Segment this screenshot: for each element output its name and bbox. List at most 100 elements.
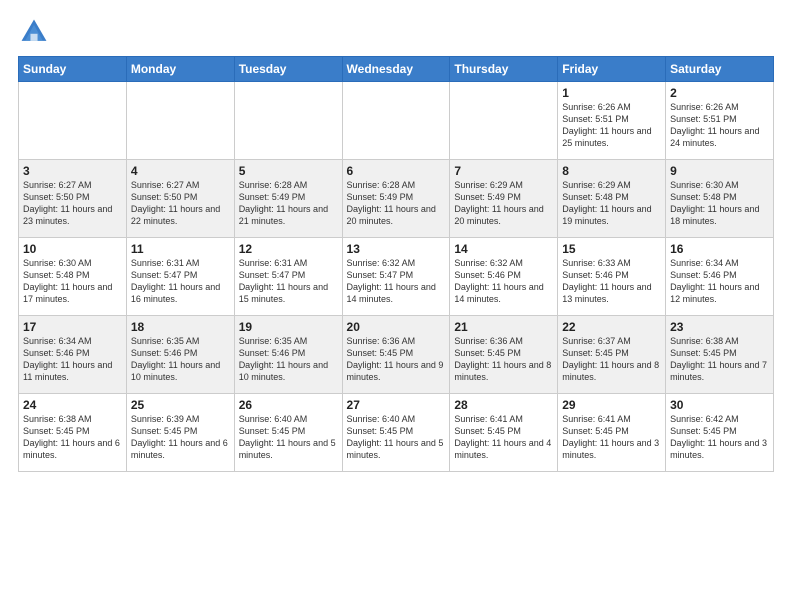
weekday-header-monday: Monday bbox=[126, 57, 234, 82]
calendar-cell: 4Sunrise: 6:27 AM Sunset: 5:50 PM Daylig… bbox=[126, 160, 234, 238]
day-info: Sunrise: 6:41 AM Sunset: 5:45 PM Dayligh… bbox=[454, 413, 553, 462]
day-number: 30 bbox=[670, 398, 769, 412]
day-number: 7 bbox=[454, 164, 553, 178]
day-number: 21 bbox=[454, 320, 553, 334]
calendar-cell: 2Sunrise: 6:26 AM Sunset: 5:51 PM Daylig… bbox=[666, 82, 774, 160]
calendar-cell: 16Sunrise: 6:34 AM Sunset: 5:46 PM Dayli… bbox=[666, 238, 774, 316]
calendar-cell bbox=[19, 82, 127, 160]
day-number: 20 bbox=[347, 320, 446, 334]
day-info: Sunrise: 6:31 AM Sunset: 5:47 PM Dayligh… bbox=[239, 257, 338, 306]
day-number: 23 bbox=[670, 320, 769, 334]
calendar-cell bbox=[342, 82, 450, 160]
header-row bbox=[18, 16, 774, 48]
day-info: Sunrise: 6:27 AM Sunset: 5:50 PM Dayligh… bbox=[131, 179, 230, 228]
day-info: Sunrise: 6:30 AM Sunset: 5:48 PM Dayligh… bbox=[23, 257, 122, 306]
day-info: Sunrise: 6:39 AM Sunset: 5:45 PM Dayligh… bbox=[131, 413, 230, 462]
day-number: 17 bbox=[23, 320, 122, 334]
calendar-cell: 14Sunrise: 6:32 AM Sunset: 5:46 PM Dayli… bbox=[450, 238, 558, 316]
calendar-cell: 25Sunrise: 6:39 AM Sunset: 5:45 PM Dayli… bbox=[126, 394, 234, 472]
day-info: Sunrise: 6:40 AM Sunset: 5:45 PM Dayligh… bbox=[239, 413, 338, 462]
calendar: SundayMondayTuesdayWednesdayThursdayFrid… bbox=[18, 56, 774, 472]
calendar-cell: 13Sunrise: 6:32 AM Sunset: 5:47 PM Dayli… bbox=[342, 238, 450, 316]
calendar-cell: 23Sunrise: 6:38 AM Sunset: 5:45 PM Dayli… bbox=[666, 316, 774, 394]
weekday-header-thursday: Thursday bbox=[450, 57, 558, 82]
calendar-cell: 12Sunrise: 6:31 AM Sunset: 5:47 PM Dayli… bbox=[234, 238, 342, 316]
calendar-cell: 15Sunrise: 6:33 AM Sunset: 5:46 PM Dayli… bbox=[558, 238, 666, 316]
calendar-cell: 19Sunrise: 6:35 AM Sunset: 5:46 PM Dayli… bbox=[234, 316, 342, 394]
calendar-cell: 6Sunrise: 6:28 AM Sunset: 5:49 PM Daylig… bbox=[342, 160, 450, 238]
calendar-cell: 29Sunrise: 6:41 AM Sunset: 5:45 PM Dayli… bbox=[558, 394, 666, 472]
calendar-body: 1 Sunrise: 6:26 AM Sunset: 5:51 PM Daylig… bbox=[19, 82, 774, 472]
calendar-cell: 5Sunrise: 6:28 AM Sunset: 5:49 PM Daylig… bbox=[234, 160, 342, 238]
day-number: 29 bbox=[562, 398, 661, 412]
day-number: 28 bbox=[454, 398, 553, 412]
calendar-cell: 24Sunrise: 6:38 AM Sunset: 5:45 PM Dayli… bbox=[19, 394, 127, 472]
calendar-cell: 1Sunrise: 6:26 AM Sunset: 5:51 PM Daylig… bbox=[558, 82, 666, 160]
calendar-week-3: 10Sunrise: 6:30 AM Sunset: 5:48 PM Dayli… bbox=[19, 238, 774, 316]
day-info: Sunrise: 6:28 AM Sunset: 5:49 PM Dayligh… bbox=[239, 179, 338, 228]
day-info: Sunrise: 6:32 AM Sunset: 5:47 PM Dayligh… bbox=[347, 257, 446, 306]
day-info: Sunrise: 6:29 AM Sunset: 5:48 PM Dayligh… bbox=[562, 179, 661, 228]
calendar-cell: 9Sunrise: 6:30 AM Sunset: 5:48 PM Daylig… bbox=[666, 160, 774, 238]
day-info: Sunrise: 6:35 AM Sunset: 5:46 PM Dayligh… bbox=[131, 335, 230, 384]
calendar-cell: 22Sunrise: 6:37 AM Sunset: 5:45 PM Dayli… bbox=[558, 316, 666, 394]
calendar-cell: 7Sunrise: 6:29 AM Sunset: 5:49 PM Daylig… bbox=[450, 160, 558, 238]
calendar-cell: 30Sunrise: 6:42 AM Sunset: 5:45 PM Dayli… bbox=[666, 394, 774, 472]
day-number: 27 bbox=[347, 398, 446, 412]
day-number: 25 bbox=[131, 398, 230, 412]
day-number: 12 bbox=[239, 242, 338, 256]
logo bbox=[18, 16, 54, 48]
day-number: 18 bbox=[131, 320, 230, 334]
weekday-header-wednesday: Wednesday bbox=[342, 57, 450, 82]
weekday-row: SundayMondayTuesdayWednesdayThursdayFrid… bbox=[19, 57, 774, 82]
day-number: 15 bbox=[562, 242, 661, 256]
calendar-header: SundayMondayTuesdayWednesdayThursdayFrid… bbox=[19, 57, 774, 82]
day-info: Sunrise: 6:27 AM Sunset: 5:50 PM Dayligh… bbox=[23, 179, 122, 228]
calendar-cell bbox=[126, 82, 234, 160]
day-info: Sunrise: 6:33 AM Sunset: 5:46 PM Dayligh… bbox=[562, 257, 661, 306]
calendar-cell: 18Sunrise: 6:35 AM Sunset: 5:46 PM Dayli… bbox=[126, 316, 234, 394]
calendar-cell: 20Sunrise: 6:36 AM Sunset: 5:45 PM Dayli… bbox=[342, 316, 450, 394]
page: SundayMondayTuesdayWednesdayThursdayFrid… bbox=[0, 0, 792, 482]
day-info: Sunrise: 6:36 AM Sunset: 5:45 PM Dayligh… bbox=[454, 335, 553, 384]
day-info: Sunrise: 6:40 AM Sunset: 5:45 PM Dayligh… bbox=[347, 413, 446, 462]
day-info: Sunrise: 6:38 AM Sunset: 5:45 PM Dayligh… bbox=[23, 413, 122, 462]
calendar-cell: 21Sunrise: 6:36 AM Sunset: 5:45 PM Dayli… bbox=[450, 316, 558, 394]
day-number: 10 bbox=[23, 242, 122, 256]
day-info: Sunrise: 6:42 AM Sunset: 5:45 PM Dayligh… bbox=[670, 413, 769, 462]
day-info: Sunrise: 6:34 AM Sunset: 5:46 PM Dayligh… bbox=[23, 335, 122, 384]
day-info: Sunrise: 6:35 AM Sunset: 5:46 PM Dayligh… bbox=[239, 335, 338, 384]
day-number: 4 bbox=[131, 164, 230, 178]
weekday-header-saturday: Saturday bbox=[666, 57, 774, 82]
day-number: 24 bbox=[23, 398, 122, 412]
weekday-header-sunday: Sunday bbox=[19, 57, 127, 82]
day-number: 3 bbox=[23, 164, 122, 178]
day-info: Sunrise: 6:31 AM Sunset: 5:47 PM Dayligh… bbox=[131, 257, 230, 306]
calendar-week-1: 1 Sunrise: 6:26 AM Sunset: 5:51 PM Daylig… bbox=[19, 82, 774, 160]
calendar-cell: 27Sunrise: 6:40 AM Sunset: 5:45 PM Dayli… bbox=[342, 394, 450, 472]
logo-icon bbox=[18, 16, 50, 48]
calendar-cell: 3Sunrise: 6:27 AM Sunset: 5:50 PM Daylig… bbox=[19, 160, 127, 238]
day-info: Sunrise: 6:37 AM Sunset: 5:45 PM Dayligh… bbox=[562, 335, 661, 384]
calendar-week-4: 17Sunrise: 6:34 AM Sunset: 5:46 PM Dayli… bbox=[19, 316, 774, 394]
calendar-cell: 10Sunrise: 6:30 AM Sunset: 5:48 PM Dayli… bbox=[19, 238, 127, 316]
day-number: 26 bbox=[239, 398, 338, 412]
calendar-cell bbox=[234, 82, 342, 160]
day-number: 2 bbox=[670, 86, 769, 100]
day-info: Sunrise: 6:30 AM Sunset: 5:48 PM Dayligh… bbox=[670, 179, 769, 228]
day-info: Sunrise: 6:28 AM Sunset: 5:49 PM Dayligh… bbox=[347, 179, 446, 228]
day-info: Sunrise: 6:34 AM Sunset: 5:46 PM Dayligh… bbox=[670, 257, 769, 306]
day-number: 14 bbox=[454, 242, 553, 256]
calendar-cell: 11Sunrise: 6:31 AM Sunset: 5:47 PM Dayli… bbox=[126, 238, 234, 316]
day-number: 8 bbox=[562, 164, 661, 178]
calendar-cell: 28Sunrise: 6:41 AM Sunset: 5:45 PM Dayli… bbox=[450, 394, 558, 472]
calendar-week-5: 24Sunrise: 6:38 AM Sunset: 5:45 PM Dayli… bbox=[19, 394, 774, 472]
day-number: 16 bbox=[670, 242, 769, 256]
day-info: Sunrise: 6:38 AM Sunset: 5:45 PM Dayligh… bbox=[670, 335, 769, 384]
calendar-cell: 17Sunrise: 6:34 AM Sunset: 5:46 PM Dayli… bbox=[19, 316, 127, 394]
day-info: Sunrise: 6:26 AM Sunset: 5:51 PM Dayligh… bbox=[670, 101, 769, 150]
day-number: 13 bbox=[347, 242, 446, 256]
day-number: 6 bbox=[347, 164, 446, 178]
day-number: 1 bbox=[562, 86, 661, 100]
calendar-cell: 26Sunrise: 6:40 AM Sunset: 5:45 PM Dayli… bbox=[234, 394, 342, 472]
